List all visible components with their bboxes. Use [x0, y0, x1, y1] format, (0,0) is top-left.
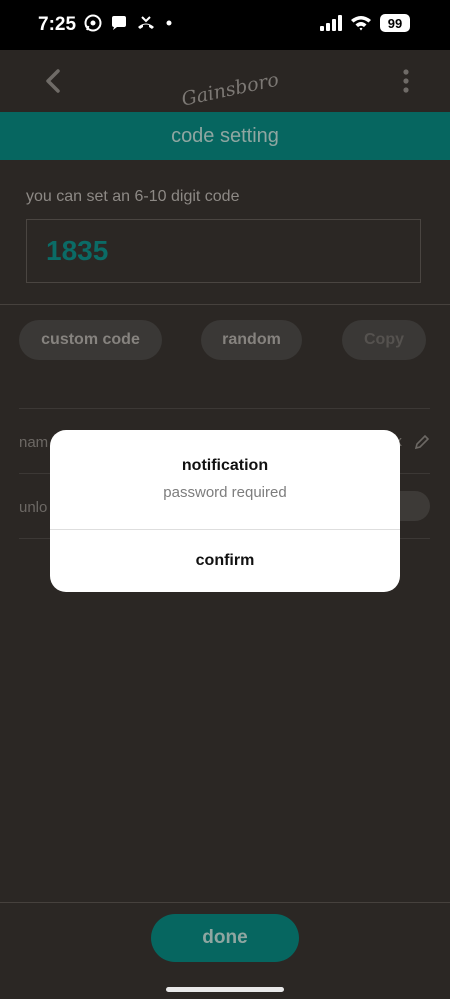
kebab-menu-icon[interactable]	[398, 68, 414, 94]
random-button[interactable]: random	[201, 320, 302, 360]
home-indicator	[166, 987, 284, 992]
signal-icon	[320, 15, 342, 31]
status-right-icons: 99	[320, 14, 410, 32]
page-title: code setting	[171, 124, 279, 147]
missed-call-icon	[138, 16, 154, 29]
section-divider	[0, 304, 450, 305]
row-divider	[19, 408, 430, 409]
dialog-message: password required	[163, 484, 287, 501]
dialog-title: notification	[181, 457, 269, 474]
confirm-button[interactable]: confirm	[50, 530, 400, 592]
chevron-left-icon[interactable]	[40, 66, 68, 96]
code-value: 1835	[46, 235, 109, 266]
unlock-row-label: unlo	[19, 499, 48, 516]
pencil-icon[interactable]	[414, 434, 430, 450]
done-button[interactable]: done	[151, 914, 299, 962]
battery-icon: 99	[380, 14, 410, 32]
copy-button[interactable]: Copy	[342, 320, 426, 360]
status-bar: 7:25 99	[0, 0, 450, 50]
code-hint: you can set an 6-10 digit code	[26, 188, 240, 205]
dot-icon	[166, 20, 172, 26]
name-row-label: nam	[19, 434, 49, 451]
page-title-bar: code setting	[0, 112, 450, 160]
brand-logo: Gainsborough	[180, 61, 278, 110]
header: Gainsborough	[0, 50, 450, 112]
notification-dialog: notification password required confirm	[50, 430, 400, 592]
custom-code-button[interactable]: custom code	[19, 320, 162, 360]
footer-divider	[0, 902, 450, 903]
status-time: 7:25	[38, 14, 77, 35]
code-input[interactable]: 1835	[26, 219, 421, 283]
whatsapp-icon	[84, 14, 102, 32]
svg-text:Gainsborough: Gainsborough	[180, 61, 278, 110]
notification-icons	[84, 14, 174, 32]
chat-icon	[112, 16, 126, 30]
wifi-icon	[351, 16, 371, 31]
